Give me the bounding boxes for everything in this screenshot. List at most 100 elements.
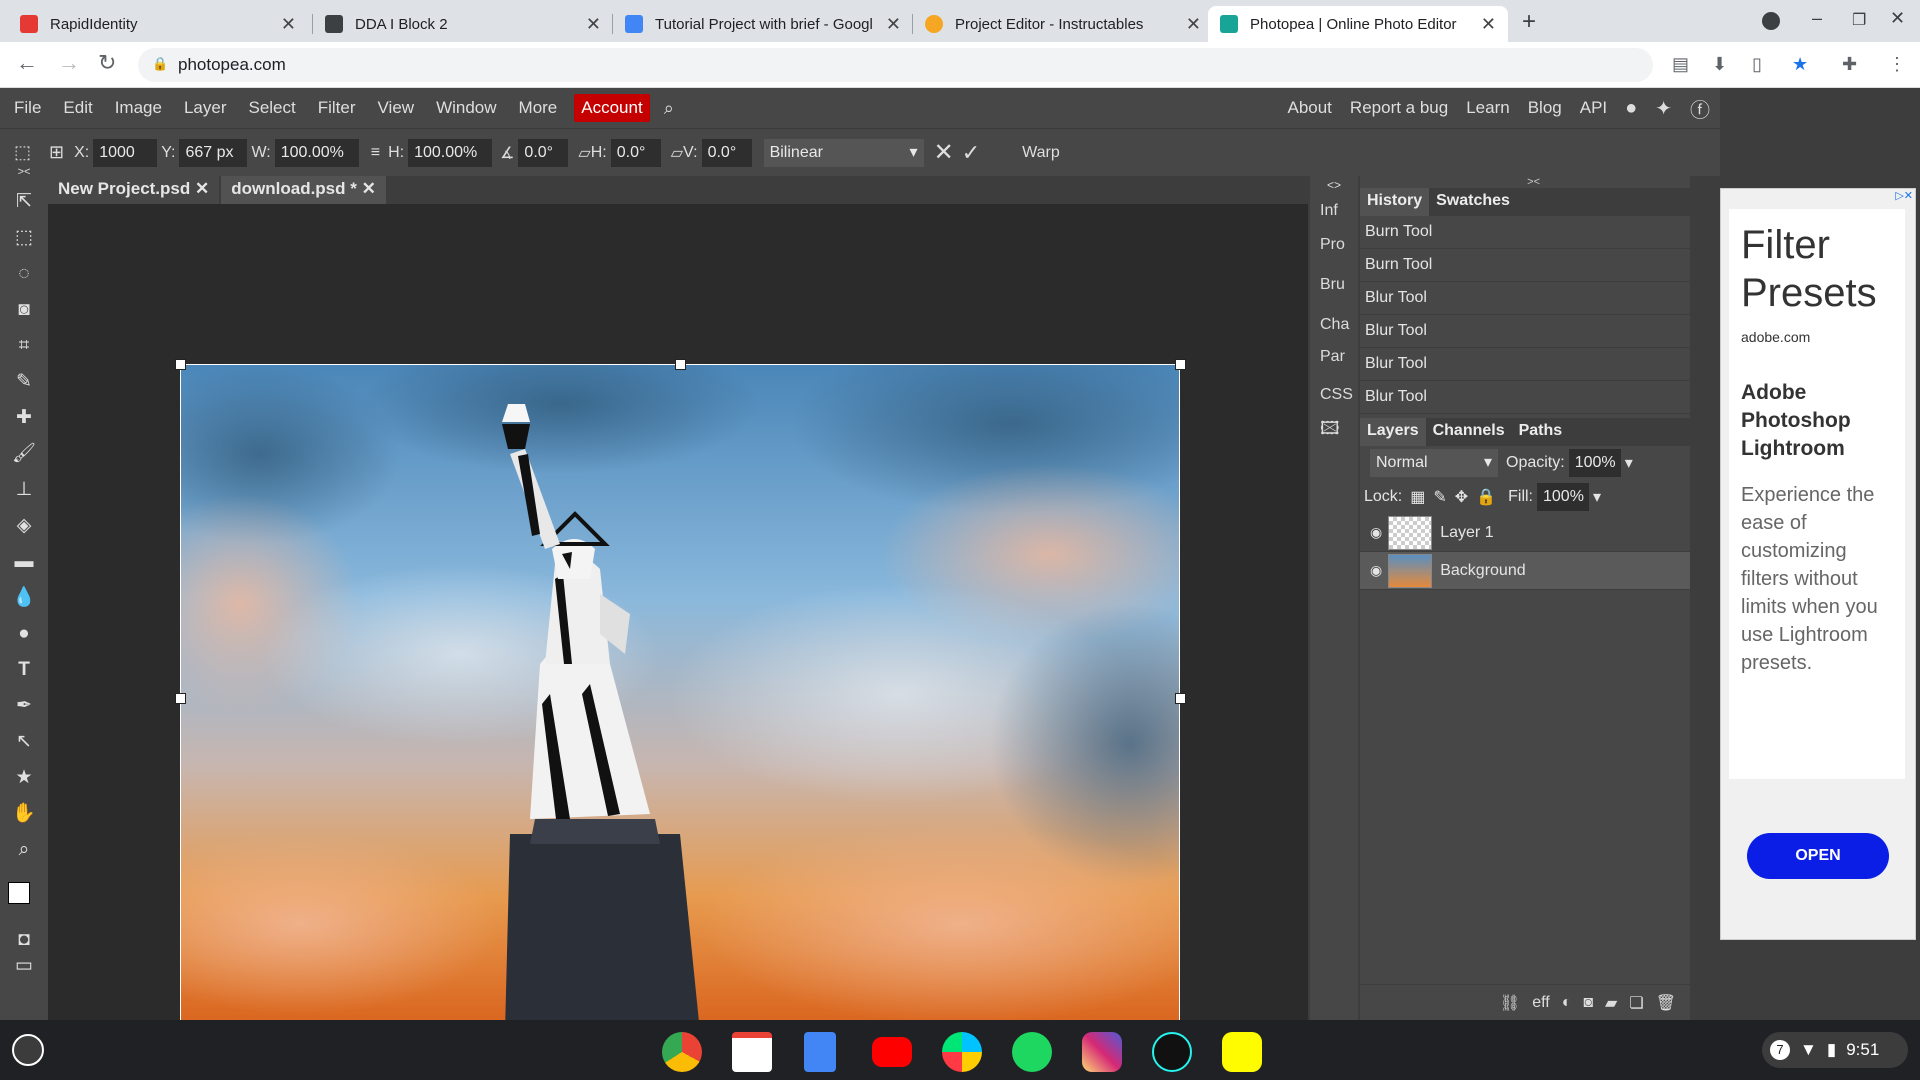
youtube-icon[interactable]	[872, 1037, 912, 1067]
close-icon[interactable]: ✕	[886, 14, 901, 35]
history-item[interactable]: Blur Tool	[1360, 315, 1690, 348]
install-icon[interactable]: ⬇	[1712, 54, 1727, 75]
eye-icon[interactable]: ◉	[1370, 562, 1382, 579]
menu-select[interactable]: Select	[237, 98, 306, 118]
panel-paragraph[interactable]: Par	[1310, 334, 1358, 366]
lock-all-icon[interactable]: 🔒	[1476, 487, 1496, 507]
collapse-icon[interactable]: ><	[1360, 176, 1690, 188]
width-field[interactable]: 100.00%	[274, 138, 359, 167]
tab-paths[interactable]: Paths	[1512, 418, 1570, 446]
blur-tool-icon[interactable]: 💧	[12, 586, 36, 610]
bookmark-star-icon[interactable]: ★	[1792, 54, 1808, 75]
history-item[interactable]: Blur Tool	[1360, 381, 1690, 414]
lock-move-icon[interactable]: ✥	[1455, 487, 1468, 507]
clipboard-icon[interactable]: ▤	[1672, 54, 1689, 75]
menu-blog[interactable]: Blog	[1528, 98, 1562, 118]
lasso-tool-icon[interactable]: ◌	[12, 262, 36, 286]
new-tab-icon[interactable]: +	[1522, 8, 1536, 36]
menu-api[interactable]: API	[1580, 98, 1607, 118]
close-icon[interactable]: ✕	[586, 14, 601, 35]
move-tool-icon[interactable]: ⇱	[12, 190, 36, 214]
search-icon[interactable]: ⌕	[664, 98, 674, 119]
warp-button[interactable]: Warp	[1022, 144, 1060, 162]
panel-character[interactable]: Cha	[1310, 294, 1358, 334]
marquee-tool-icon[interactable]: ⬚	[12, 226, 36, 250]
menu-about[interactable]: About	[1287, 98, 1331, 118]
instagram-icon[interactable]	[1082, 1032, 1122, 1072]
screen-mode-icon[interactable]: ▭	[12, 954, 36, 978]
pen-tool-icon[interactable]: ✒	[12, 694, 36, 718]
healing-tool-icon[interactable]: ✚	[12, 406, 36, 430]
launcher-icon[interactable]	[12, 1034, 44, 1066]
lock-paint-icon[interactable]: ✎	[1433, 487, 1446, 507]
hand-tool-icon[interactable]: ✋	[12, 802, 36, 826]
menu-view[interactable]: View	[367, 98, 426, 118]
x-field[interactable]: 1000 px	[93, 138, 158, 167]
tab-instructables[interactable]: Project Editor - Instructables ✕	[913, 6, 1213, 42]
transform-handle[interactable]	[1175, 359, 1186, 370]
path-select-tool-icon[interactable]: ↖	[12, 730, 36, 754]
url-field[interactable]: 🔒 photopea.com	[138, 48, 1653, 82]
doc-tab-new-project[interactable]: New Project.psd ✕	[48, 176, 220, 204]
history-item[interactable]: Blur Tool	[1360, 348, 1690, 381]
transform-handle[interactable]	[1175, 693, 1186, 704]
transform-handle[interactable]	[175, 359, 186, 370]
shape-tool-icon[interactable]: ★	[12, 766, 36, 790]
angle-field[interactable]: 0.0°	[518, 138, 569, 167]
snapchat-icon[interactable]	[1222, 1032, 1262, 1072]
reload-icon[interactable]: ↻	[98, 50, 116, 76]
zoom-tool-icon[interactable]: ⌕	[12, 838, 36, 862]
tab-channels[interactable]: Channels	[1426, 418, 1512, 446]
height-field[interactable]: 100.00%	[408, 138, 493, 167]
minimize-icon[interactable]: –	[1812, 8, 1822, 29]
collapse-icon[interactable]: ><	[12, 160, 36, 184]
tab-dda[interactable]: DDA I Block 2 ✕	[313, 6, 613, 42]
menu-window[interactable]: Window	[425, 98, 507, 118]
close-icon[interactable]: ✕	[362, 179, 376, 198]
spotify-icon[interactable]	[1012, 1032, 1052, 1072]
restore-icon[interactable]: ❐	[1852, 10, 1866, 30]
docs-app-icon[interactable]	[804, 1032, 836, 1072]
mask-icon[interactable]: ◙	[1583, 994, 1593, 1012]
eye-icon[interactable]: ◉	[1370, 524, 1382, 541]
effects-button[interactable]: eff	[1532, 994, 1550, 1012]
lock-transparency-icon[interactable]: ▦	[1410, 487, 1425, 507]
opacity-field[interactable]: 100%	[1568, 449, 1621, 477]
menu-edit[interactable]: Edit	[52, 98, 103, 118]
play-store-icon[interactable]	[942, 1032, 982, 1072]
skew-h-field[interactable]: 0.0°	[610, 138, 661, 167]
tab-search-icon[interactable]	[1762, 12, 1780, 30]
brush-tool-icon[interactable]: 🖌	[12, 442, 36, 466]
eyedropper-tool-icon[interactable]: ✎	[12, 370, 36, 394]
trash-icon[interactable]: 🗑	[1656, 993, 1676, 1013]
close-icon[interactable]: ✕	[1481, 14, 1496, 35]
account-button[interactable]: Account	[574, 94, 650, 122]
link-ratio-icon[interactable]: ≡	[371, 144, 380, 162]
history-item[interactable]: Blur Tool	[1360, 282, 1690, 315]
tiktok-icon[interactable]	[1152, 1032, 1192, 1072]
history-item[interactable]: Burn Tool	[1360, 249, 1690, 282]
tab-photopea[interactable]: Photopea | Online Photo Editor ✕	[1208, 6, 1508, 42]
eraser-tool-icon[interactable]: ◈	[12, 514, 36, 538]
tab-tutorial-doc[interactable]: Tutorial Project with brief - Googl ✕	[613, 6, 913, 42]
cancel-transform-icon[interactable]: ✕	[934, 138, 954, 167]
fill-field[interactable]: 100%	[1537, 483, 1589, 511]
panel-brush[interactable]: Bru	[1310, 254, 1358, 294]
reddit-icon[interactable]: ●	[1625, 97, 1637, 120]
menu-report-bug[interactable]: Report a bug	[1350, 98, 1448, 118]
gradient-tool-icon[interactable]: ▬	[12, 550, 36, 574]
panel-properties[interactable]: Pro	[1310, 220, 1358, 254]
link-icon[interactable]: ⛓	[1500, 993, 1520, 1013]
panel-info[interactable]: Inf	[1310, 192, 1358, 220]
close-icon[interactable]: ✕	[281, 14, 296, 35]
dodge-tool-icon[interactable]: ●	[12, 622, 36, 646]
foreground-color[interactable]	[8, 882, 30, 904]
skew-v-field[interactable]: 0.0°	[701, 138, 752, 167]
page-icon[interactable]: ▯	[1752, 54, 1762, 75]
ad-choices-icon[interactable]: ▷✕	[1895, 189, 1913, 202]
new-layer-icon[interactable]: ❏	[1629, 993, 1643, 1013]
menu-more[interactable]: More	[508, 98, 569, 118]
back-icon[interactable]: ←	[16, 50, 38, 76]
chrome-icon[interactable]	[662, 1032, 702, 1072]
layer-row[interactable]: ◉ Layer 1	[1360, 514, 1690, 552]
